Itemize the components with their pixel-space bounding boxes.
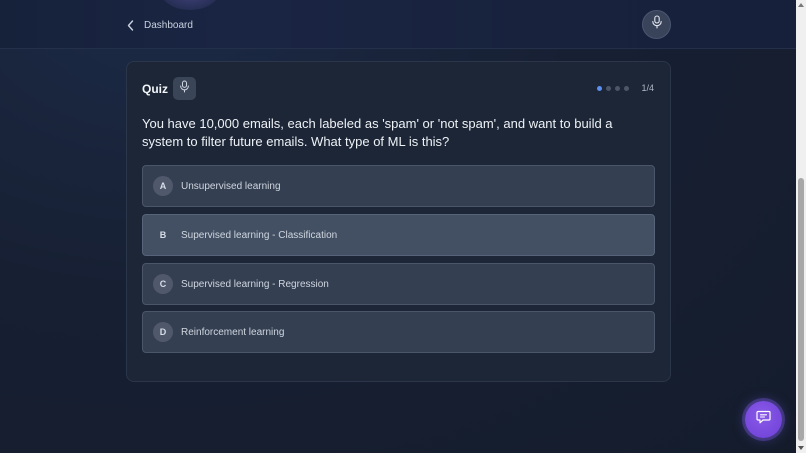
- quiz-progress: 1/4: [597, 83, 654, 93]
- top-header: Dashboard: [0, 0, 796, 49]
- progress-dot-2: [606, 85, 612, 91]
- back-label: Dashboard: [144, 19, 193, 31]
- progress-dot-4: [624, 85, 630, 91]
- progress-dot-3: [615, 85, 621, 91]
- answer-option-c[interactable]: C Supervised learning - Regression: [142, 263, 655, 305]
- scroll-up-arrow-icon[interactable]: [798, 3, 804, 7]
- quiz-title: Quiz: [142, 82, 168, 96]
- answer-option-d[interactable]: D Reinforcement learning: [142, 311, 655, 353]
- chat-bubble-icon: [756, 410, 771, 429]
- back-to-dashboard-link[interactable]: Dashboard: [127, 16, 193, 34]
- option-label: Unsupervised learning: [181, 180, 281, 192]
- option-letter-badge: C: [153, 274, 173, 294]
- chat-assistant-button[interactable]: [745, 401, 782, 438]
- option-label: Supervised learning - Regression: [181, 278, 329, 290]
- page: Dashboard Quiz 1/4 You have 10,000 email…: [0, 0, 806, 453]
- scrollbar-thumb[interactable]: [798, 178, 804, 441]
- option-letter-badge: D: [153, 322, 173, 342]
- scroll-down-arrow-icon[interactable]: [798, 446, 804, 450]
- progress-counter: 1/4: [641, 83, 654, 93]
- option-letter-badge: B: [159, 230, 167, 240]
- option-letter-badge: A: [153, 176, 173, 196]
- progress-dot-1: [597, 85, 603, 91]
- option-label: Supervised learning - Classification: [181, 229, 338, 241]
- answer-option-b[interactable]: B Supervised learning - Classification: [142, 214, 655, 256]
- vertical-scrollbar[interactable]: [796, 0, 806, 453]
- answer-option-a[interactable]: A Unsupervised learning: [142, 165, 655, 207]
- question-text: You have 10,000 emails, each labeled as …: [142, 116, 613, 149]
- header-mic-button[interactable]: [642, 10, 671, 39]
- header-glow: [160, 0, 220, 10]
- quiz-mic-button[interactable]: [173, 77, 196, 100]
- microphone-icon: [179, 79, 190, 98]
- microphone-icon: [651, 15, 663, 34]
- quiz-card: Quiz 1/4 You have 10,000 emails, each la…: [126, 61, 671, 382]
- option-label: Reinforcement learning: [181, 326, 285, 338]
- chevron-left-icon: [127, 19, 134, 31]
